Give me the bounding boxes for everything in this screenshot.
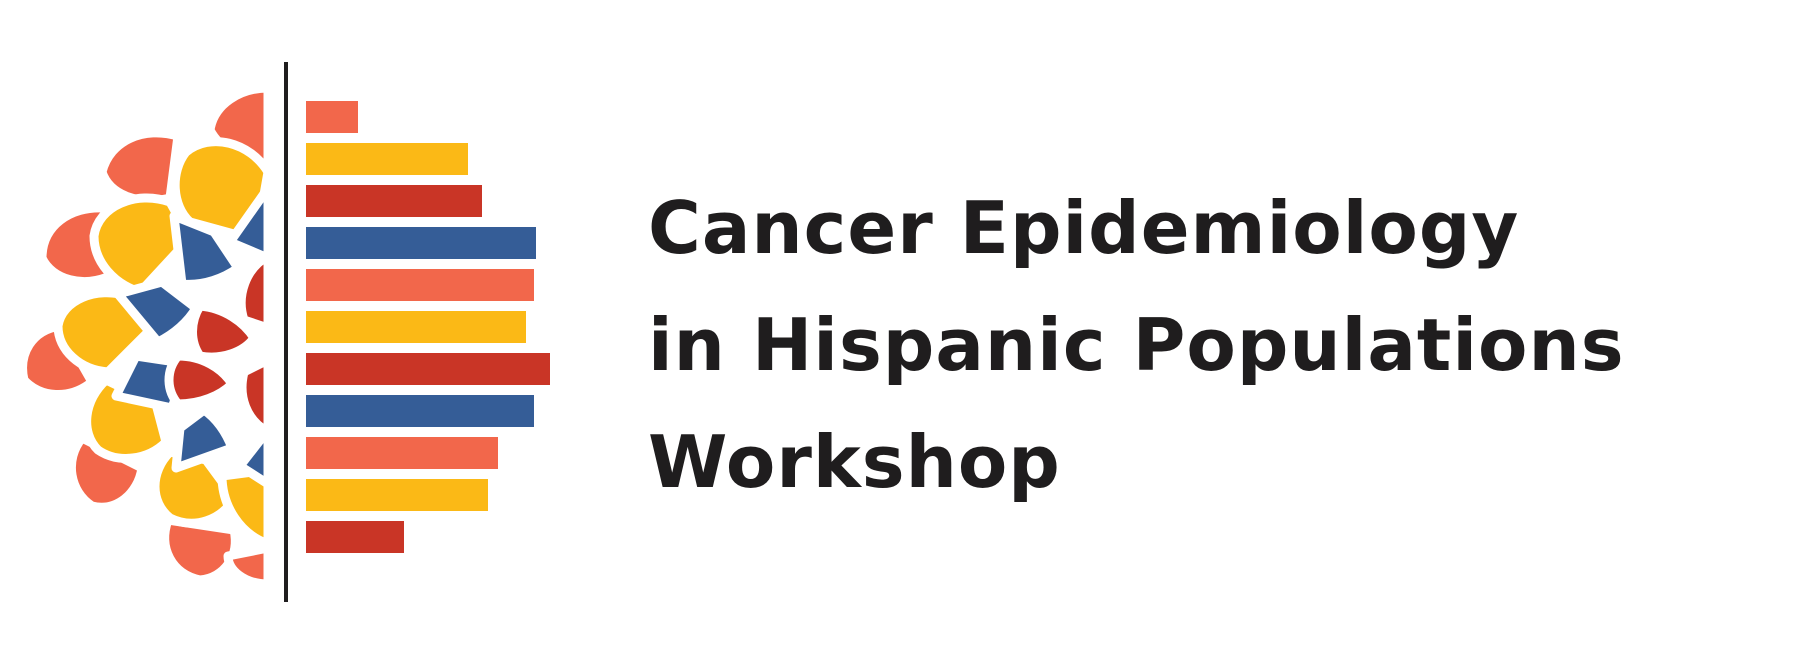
stripe-3 — [306, 185, 482, 217]
stripe-8 — [306, 395, 534, 427]
stripe-7 — [306, 353, 550, 385]
stripe-2 — [306, 143, 468, 175]
workshop-title: Cancer Epidemiology in Hispanic Populati… — [648, 170, 1768, 521]
title-line-3: Workshop — [648, 420, 1061, 504]
stripe-4 — [306, 227, 536, 259]
stripe-1 — [306, 101, 358, 133]
stripe-9 — [306, 437, 498, 469]
stripe-10 — [306, 479, 488, 511]
stripe-11 — [306, 521, 404, 553]
title-line-2: in Hispanic Populations — [648, 303, 1625, 387]
logo-mark — [18, 62, 550, 602]
stripes-icon — [306, 101, 550, 553]
half-flower-icon — [18, 83, 273, 589]
title-line-1: Cancer Epidemiology — [648, 186, 1520, 270]
stripe-5 — [306, 269, 534, 301]
stripe-6 — [306, 311, 526, 343]
divider-line — [284, 62, 288, 602]
workshop-logo: Cancer Epidemiology in Hispanic Populati… — [0, 0, 1800, 668]
